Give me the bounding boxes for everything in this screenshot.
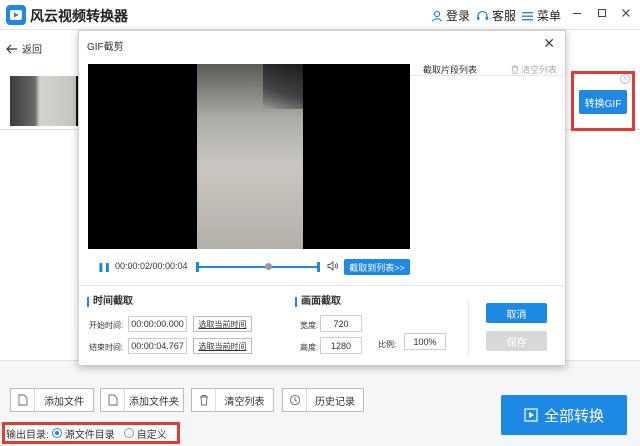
- clear-list-button[interactable]: 清空列表: [191, 388, 274, 412]
- volume-icon[interactable]: [327, 260, 339, 275]
- hamburger-icon: [522, 11, 533, 20]
- video-thumbnail: [10, 76, 76, 126]
- playback-controls: ❚❚ 00:00:02/00:00:04 截取到列表>>: [79, 257, 419, 277]
- maximize-icon[interactable]: [595, 6, 609, 20]
- play-icon: [524, 408, 538, 422]
- convert-gif-button[interactable]: 转换GIF: [579, 90, 627, 114]
- time-display: 00:00:02/00:00:04: [115, 261, 188, 271]
- add-folder-icon: [101, 389, 125, 411]
- output-directory-selector: 输出目录: 源文件目录 自定义: [2, 422, 180, 444]
- start-time-label: 开始时间:: [89, 321, 124, 330]
- dialog-title: GIF截剪: [87, 42, 124, 53]
- login-label: 登录: [446, 9, 471, 23]
- trash-icon: [511, 65, 519, 74]
- output-label: 输出目录:: [6, 429, 49, 441]
- output-source-label[interactable]: 源文件目录: [65, 426, 115, 441]
- add-file-button[interactable]: 添加文件: [10, 388, 94, 412]
- convert-all-label: 全部转换: [543, 407, 604, 425]
- clear-list-label: 清空列表: [224, 396, 265, 408]
- video-frame: [197, 64, 303, 249]
- headset-icon: [477, 10, 488, 20]
- radio-custom-dir[interactable]: [123, 428, 134, 438]
- history-label: 历史记录: [315, 396, 355, 408]
- minimize-icon[interactable]: [570, 6, 584, 20]
- back-button[interactable]: 返回: [6, 41, 42, 56]
- bottom-toolbar: 添加文件 添加文件夹 清空列表 历史记录 全部转换 输出目录: 源文件目录 自定…: [0, 360, 640, 446]
- dialog-close-icon[interactable]: ✕: [543, 35, 555, 52]
- close-window-icon[interactable]: [619, 6, 633, 20]
- pick-end-time-button[interactable]: 选取当前时间: [193, 338, 252, 354]
- customer-service-button[interactable]: 客服: [476, 7, 516, 24]
- user-icon: [431, 10, 443, 22]
- app-logo-icon: [6, 5, 26, 25]
- clip-list-divider: [410, 75, 567, 76]
- add-folder-button[interactable]: 添加文件夹: [100, 388, 184, 412]
- radio-source-dir[interactable]: [51, 428, 62, 438]
- video-preview[interactable]: [88, 64, 410, 249]
- menu-label: 菜单: [537, 9, 562, 23]
- back-label: 返回: [22, 45, 42, 56]
- cancel-button[interactable]: 取消: [486, 303, 547, 323]
- remove-item-icon[interactable]: ×: [620, 74, 630, 84]
- width-input[interactable]: 720: [320, 315, 362, 332]
- login-button[interactable]: 登录: [431, 7, 470, 24]
- output-custom-label[interactable]: 自定义: [137, 426, 167, 441]
- playhead-knob[interactable]: [265, 263, 272, 270]
- frame-section-title: 画面截取: [295, 297, 341, 307]
- trim-start-handle[interactable]: [196, 262, 199, 272]
- end-time-input[interactable]: 00:00:04.767: [128, 338, 187, 354]
- height-input[interactable]: 1280: [320, 337, 362, 354]
- menu-button[interactable]: 菜单: [521, 7, 561, 24]
- height-label: 高度:: [300, 343, 319, 352]
- end-time-label: 结束时间:: [89, 343, 124, 352]
- section-divider: [79, 285, 565, 286]
- pick-start-time-button[interactable]: 选取当前时间: [193, 316, 252, 332]
- start-time-input[interactable]: 00:00:00.000: [128, 316, 187, 332]
- convert-all-button[interactable]: 全部转换: [501, 395, 627, 435]
- save-button[interactable]: 保存: [486, 331, 547, 351]
- add-folder-label: 添加文件夹: [129, 396, 179, 408]
- ratio-label: 比例:: [378, 340, 397, 349]
- gif-crop-dialog: GIF截剪 ✕ 截取片段列表 清空列表 ❚❚ 00:00:02/00:00:04…: [78, 30, 567, 366]
- trim-end-handle[interactable]: [317, 262, 320, 272]
- video-frame-shadow: [263, 64, 303, 109]
- pause-icon[interactable]: ❚❚: [97, 262, 111, 273]
- ratio-input[interactable]: 100%: [404, 333, 446, 350]
- dialog-header: GIF截剪 ✕: [79, 31, 565, 55]
- title-bar: 风云视频转换器 登录 客服 菜单: [0, 0, 640, 30]
- clip-to-list-button[interactable]: 截取到列表>>: [344, 259, 410, 275]
- clock-icon: [283, 389, 307, 411]
- app-title: 风云视频转换器: [30, 8, 128, 24]
- trash-icon: [192, 389, 216, 411]
- width-label: 宽度:: [300, 321, 319, 330]
- history-button[interactable]: 历史记录: [282, 388, 364, 412]
- time-section-title: 时间截取: [87, 297, 133, 307]
- service-label: 客服: [492, 9, 517, 23]
- actions-divider: [468, 299, 469, 357]
- arrow-left-icon: [6, 44, 17, 53]
- add-file-label: 添加文件: [44, 396, 84, 408]
- add-file-icon: [11, 389, 35, 411]
- trim-range-track[interactable]: [197, 266, 319, 268]
